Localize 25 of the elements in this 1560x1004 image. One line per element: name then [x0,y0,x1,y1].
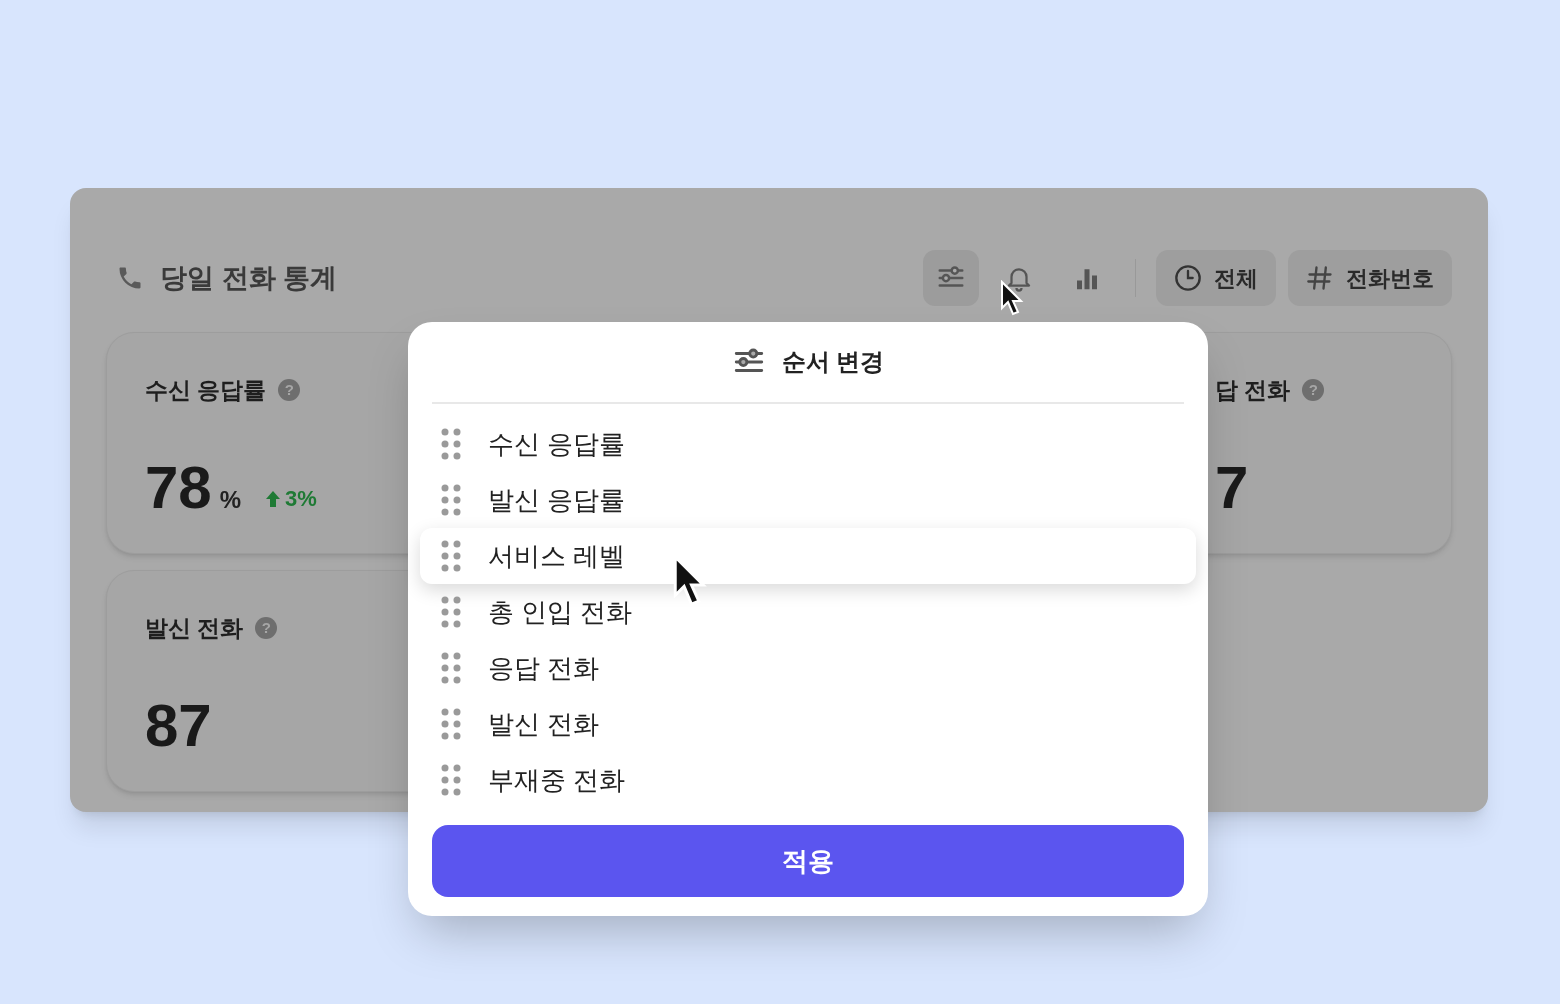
stat-unit: % [219,484,242,515]
reorder-item[interactable]: 서비스 레벨 [420,528,1196,584]
reorder-item[interactable]: 발신 응답률 [432,472,1184,528]
arrow-up-icon [265,489,282,508]
reorder-item[interactable]: 응답 전화 [432,640,1184,696]
dashboard-title: 당일 전화 통계 [160,261,337,295]
filter-button[interactable]: 전체 [1156,250,1276,306]
card-label: 수신 응답률 [145,376,267,405]
stat-value: 87 [145,695,212,756]
apply-button[interactable]: 적용 [432,825,1184,897]
filter-button[interactable]: 전화번호 [1288,250,1452,306]
stat-value: 7 [1215,457,1249,518]
hash-icon [1306,264,1334,292]
stat-value: 78 [145,457,212,518]
clock-icon [1174,264,1202,292]
sliders-button[interactable] [923,250,979,306]
trend-value: 3% [285,485,317,513]
reorder-item[interactable]: 부재중 전화 [432,752,1184,808]
card-label: 답 전화 [1215,376,1291,405]
cursor-icon [1000,280,1024,318]
reorder-item[interactable]: 발신 전화 [432,696,1184,752]
reorder-item[interactable]: 수신 응답률 [432,416,1184,472]
card-label: 발신 전화 [145,614,244,643]
reorder-item[interactable]: 총 인입 전화 [432,584,1184,640]
popup-title: 순서 변경 [781,347,885,377]
